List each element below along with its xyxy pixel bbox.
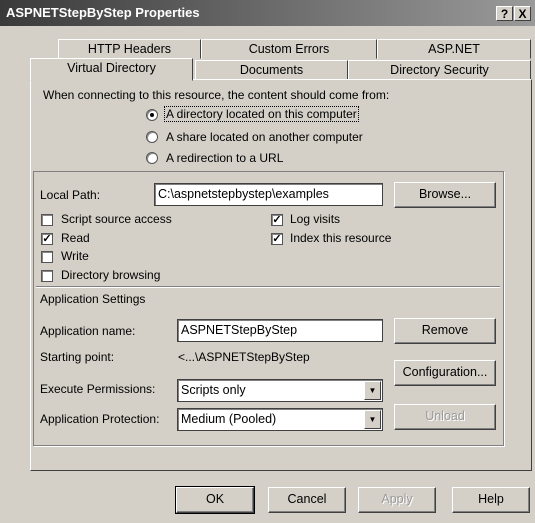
execute-permissions-label: Execute Permissions: xyxy=(40,382,156,396)
radio-url-redirection[interactable] xyxy=(146,152,158,164)
unload-button[interactable]: Unload xyxy=(394,404,496,430)
tab-http-headers[interactable]: HTTP Headers xyxy=(58,39,201,59)
application-protection-label: Application Protection: xyxy=(40,412,160,426)
index-resource-label[interactable]: Index this resource xyxy=(290,231,391,245)
starting-point-value: <...\ASPNETStepByStep xyxy=(178,350,310,364)
read-label[interactable]: Read xyxy=(61,231,90,245)
remove-button[interactable]: Remove xyxy=(394,318,496,344)
radio-network-share-label[interactable]: A share located on another computer xyxy=(166,130,363,144)
help-button[interactable]: Help xyxy=(452,487,530,513)
window-title: ASPNETStepByStep Properties xyxy=(6,5,200,20)
script-source-access-checkbox[interactable] xyxy=(41,214,53,226)
configuration-button[interactable]: Configuration... xyxy=(394,360,496,386)
write-label[interactable]: Write xyxy=(61,249,89,263)
read-checkbox[interactable]: ✓ xyxy=(41,233,53,245)
execute-permissions-select[interactable]: Scripts only ▼ xyxy=(177,379,383,402)
application-settings-title: Application Settings xyxy=(40,292,146,306)
index-resource-checkbox[interactable]: ✓ xyxy=(271,233,283,245)
radio-local-directory-label[interactable]: A directory located on this computer xyxy=(164,106,359,122)
title-bar: ASPNETStepByStep Properties ? X xyxy=(0,0,535,26)
starting-point-label: Starting point: xyxy=(40,350,115,364)
local-path-label: Local Path: xyxy=(40,188,101,202)
script-source-access-label[interactable]: Script source access xyxy=(61,212,172,226)
chevron-down-icon[interactable]: ▼ xyxy=(364,381,381,400)
content-source-prompt: When connecting to this resource, the co… xyxy=(43,88,390,102)
radio-network-share[interactable] xyxy=(146,131,158,143)
execute-permissions-value: Scripts only xyxy=(181,383,246,397)
close-title-button[interactable]: X xyxy=(514,6,531,21)
log-visits-label[interactable]: Log visits xyxy=(290,212,340,226)
log-visits-checkbox[interactable]: ✓ xyxy=(271,214,283,226)
tab-directory-security[interactable]: Directory Security xyxy=(348,60,531,80)
tab-virtual-directory[interactable]: Virtual Directory xyxy=(30,58,193,81)
chevron-down-icon[interactable]: ▼ xyxy=(364,410,381,429)
application-name-input[interactable]: ASPNETStepByStep xyxy=(177,319,383,342)
application-protection-select[interactable]: Medium (Pooled) ▼ xyxy=(177,408,383,431)
properties-dialog: ASPNETStepByStep Properties ? X HTTP Hea… xyxy=(0,0,535,523)
cancel-button[interactable]: Cancel xyxy=(268,487,346,513)
section-separator xyxy=(36,286,500,288)
browse-button[interactable]: Browse... xyxy=(394,182,496,208)
help-title-button[interactable]: ? xyxy=(496,6,513,21)
application-protection-value: Medium (Pooled) xyxy=(181,412,277,426)
directory-browsing-checkbox[interactable] xyxy=(41,270,53,282)
radio-local-directory[interactable] xyxy=(146,109,158,121)
apply-button[interactable]: Apply xyxy=(358,487,436,513)
directory-browsing-label[interactable]: Directory browsing xyxy=(61,268,160,282)
write-checkbox[interactable] xyxy=(41,251,53,263)
tab-aspnet[interactable]: ASP.NET xyxy=(377,39,531,59)
local-path-input[interactable]: C:\aspnetstepbystep\examples xyxy=(154,183,383,206)
radio-url-redirection-label[interactable]: A redirection to a URL xyxy=(166,151,283,165)
tab-documents[interactable]: Documents xyxy=(195,60,348,80)
application-name-label: Application name: xyxy=(40,324,136,338)
tab-custom-errors[interactable]: Custom Errors xyxy=(201,39,377,59)
ok-button[interactable]: OK xyxy=(175,486,255,514)
